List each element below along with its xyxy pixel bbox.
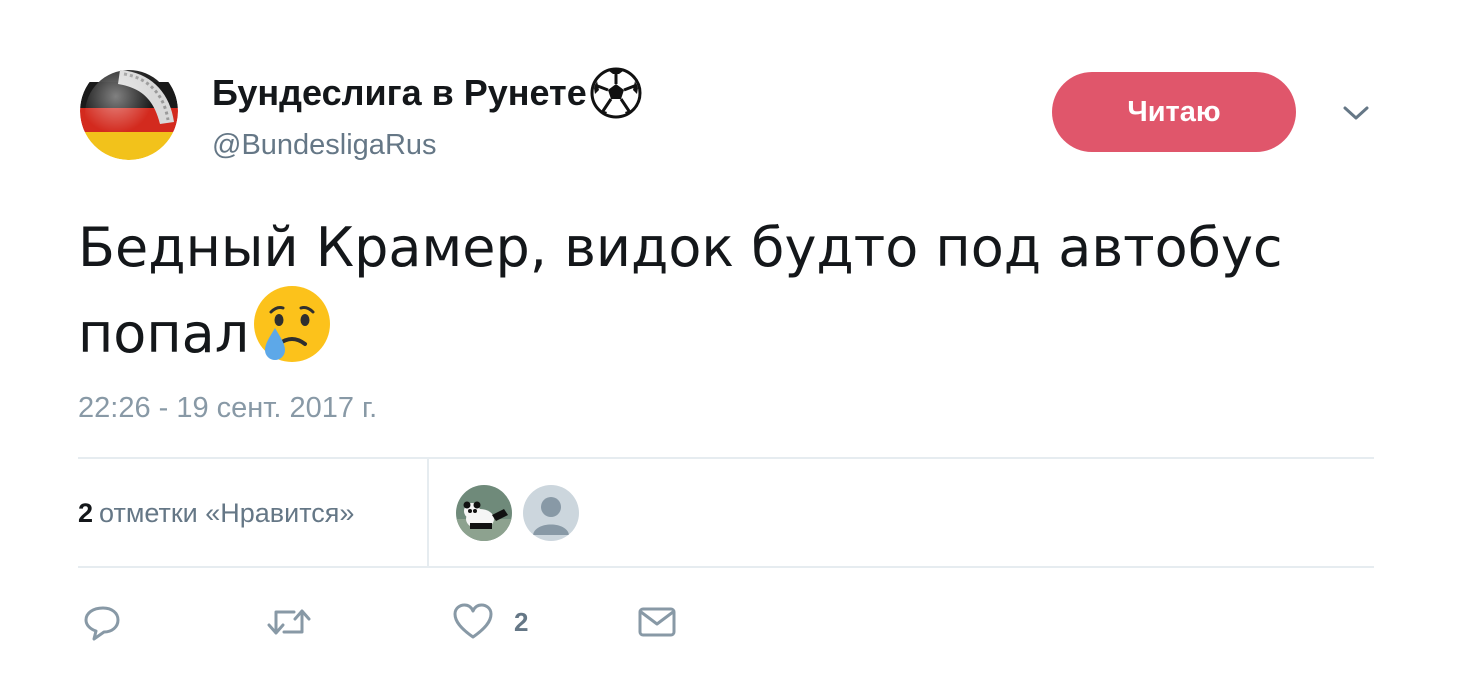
liker-avatar-default[interactable] (523, 485, 579, 541)
tweet-timestamp[interactable]: 22:26 - 19 сент. 2017 г. (78, 390, 377, 426)
likes-count: 2 (78, 498, 94, 528)
reply-button[interactable] (82, 600, 122, 644)
author-block[interactable]: Бундеслига в Рунете @BundesligaRus (212, 66, 643, 162)
liker-avatar-panda[interactable] (456, 485, 512, 541)
tweet-menu-button[interactable] (1336, 98, 1376, 128)
tweet-text: Бедный Крамер, видок будто под автобус п… (78, 212, 1378, 384)
display-name-text: Бундеслига в Рунете (212, 72, 587, 113)
author-handle[interactable]: @BundesligaRus (212, 128, 643, 162)
retweet-button[interactable] (266, 600, 312, 644)
stats-divider-bottom (78, 566, 1374, 568)
tweet-card: Бундеслига в Рунете @BundesligaRus Читаю (0, 0, 1460, 684)
default-user-avatar-icon (523, 485, 579, 541)
likes-stat-link[interactable]: 2 отметки «Нравится» (78, 495, 354, 531)
panda-avatar-icon (456, 485, 512, 541)
likes-label: отметки «Нравится» (99, 498, 355, 528)
direct-message-button[interactable] (636, 600, 678, 644)
heart-icon (453, 603, 493, 639)
soccer-ball-icon (589, 66, 643, 120)
tweet-text-line-2: попал (78, 302, 250, 365)
display-name[interactable]: Бундеслига в Рунете (212, 66, 643, 120)
author-avatar[interactable] (80, 62, 178, 160)
retweet-icon (267, 609, 311, 635)
like-count: 2 (514, 606, 529, 637)
like-button[interactable]: 2 (452, 600, 528, 644)
stats-vertical-divider (427, 459, 429, 566)
reply-icon (84, 606, 120, 641)
tweet-text-line-1: Бедный Крамер, видок будто под автобус (78, 216, 1283, 279)
chevron-down-icon (1343, 106, 1369, 120)
envelope-icon (638, 607, 676, 637)
crying-face-icon (251, 284, 333, 384)
stats-divider-top (78, 457, 1374, 459)
following-button[interactable]: Читаю (1052, 72, 1296, 152)
germany-flag-ball-icon (80, 62, 178, 160)
